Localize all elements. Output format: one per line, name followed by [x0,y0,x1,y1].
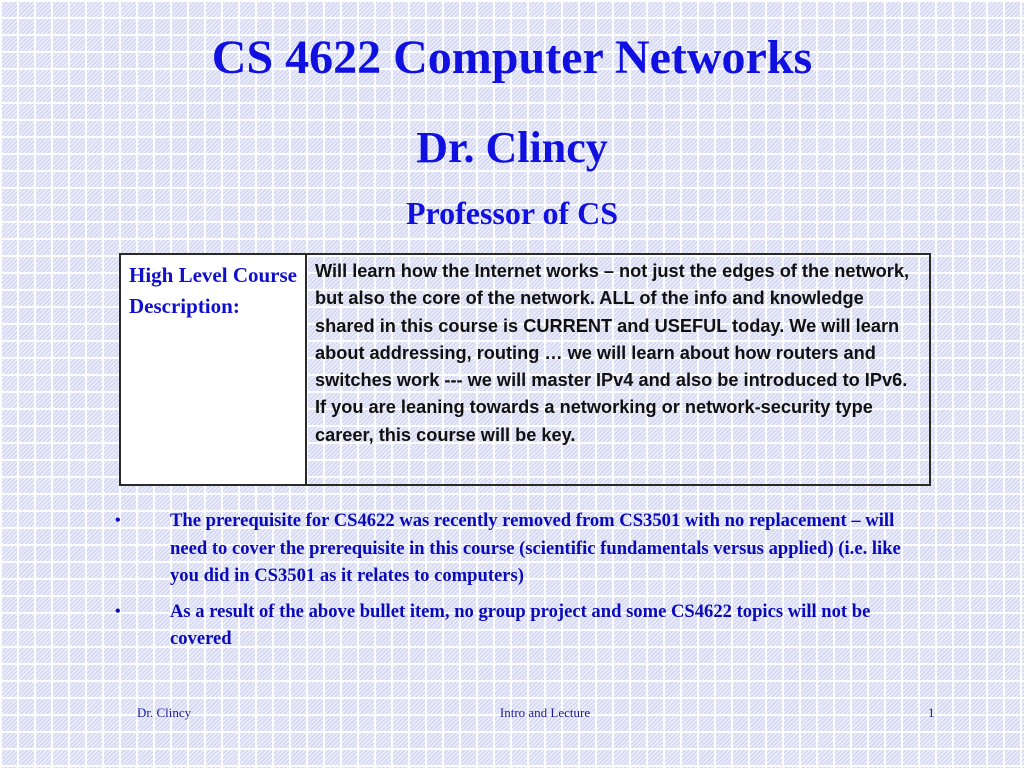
description-label-cell: High Level Course Description: [119,253,307,486]
bullet-item: • As a result of the above bullet item, … [112,598,902,653]
footer-title: Intro and Lecture [499,705,591,720]
presenter-role: Professor of CS [405,195,619,231]
bullet-text: The prerequisite for CS4622 was recently… [170,510,901,586]
table-row: High Level Course Description: Will lear… [119,253,931,486]
description-label: High Level Course Description: [129,263,297,318]
description-body: Will learn how the Internet works – not … [315,261,910,445]
description-body-cell: Will learn how the Internet works – not … [305,253,931,486]
bullet-list: • The prerequisite for CS4622 was recent… [112,507,902,661]
course-description-table: High Level Course Description: Will lear… [119,253,931,486]
bullet-text: As a result of the above bullet item, no… [170,600,871,650]
bullet-dot-icon: • [115,512,121,529]
slide-number: 1 [928,705,935,720]
presenter-name: Dr. Clincy [416,123,608,172]
bullet-dot-icon: • [115,602,121,620]
slide-title: CS 4622 Computer Networks [211,31,813,84]
bullet-item: • The prerequisite for CS4622 was recent… [112,507,902,590]
